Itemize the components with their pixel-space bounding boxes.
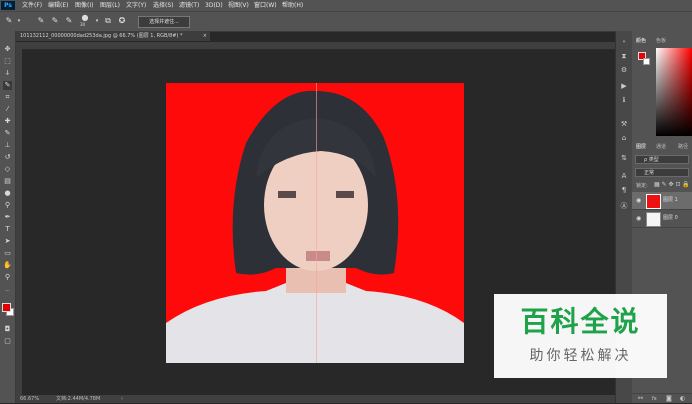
- layer-kind-filter[interactable]: ρ 类型: [635, 155, 689, 164]
- clone-stamp-tool-icon[interactable]: ⊥: [3, 141, 12, 150]
- menu-window[interactable]: 窗口(W): [254, 0, 277, 11]
- hand-tool-icon[interactable]: ✋: [3, 261, 12, 270]
- brush-tool-icon[interactable]: ✎: [3, 129, 12, 138]
- menu-edit[interactable]: 编辑(E): [48, 0, 68, 11]
- tab-swatches[interactable]: 色板: [656, 37, 666, 45]
- portrait-photo: [166, 83, 464, 363]
- menu-image[interactable]: 图像(I): [75, 0, 93, 11]
- properties-icon[interactable]: ⚙: [619, 65, 629, 75]
- lock-icons[interactable]: ▦ ✎ ✥ ⊡ 🔒: [654, 181, 690, 188]
- info-icon[interactable]: ℹ: [619, 95, 629, 105]
- character-icon[interactable]: A: [619, 171, 629, 181]
- collapse-icon[interactable]: «: [619, 37, 629, 47]
- clone-source-icon[interactable]: ⌂: [619, 133, 629, 143]
- tab-layers[interactable]: 图层: [636, 143, 646, 151]
- brush-settings-icon[interactable]: ⚒: [619, 119, 629, 129]
- layer-thumbnail: [646, 212, 661, 227]
- menu-select[interactable]: 选择(S): [153, 0, 174, 11]
- vertical-ruler[interactable]: [16, 49, 22, 395]
- close-icon[interactable]: ×: [203, 31, 207, 41]
- menu-help[interactable]: 帮助(H): [282, 0, 303, 11]
- tab-paths[interactable]: 路径: [678, 143, 688, 151]
- menu-bar: Ps 文件(F) 编辑(E) 图像(I) 图层(L) 文字(Y) 选择(S) 滤…: [0, 0, 692, 11]
- chevron-down-icon[interactable]: ▾: [92, 16, 102, 26]
- quick-selection-tool-icon[interactable]: ✎: [3, 81, 12, 90]
- lock-label: 锁定:: [636, 183, 648, 189]
- quick-mask-icon[interactable]: ◘: [3, 325, 12, 334]
- foreground-color-swatch[interactable]: [2, 303, 11, 312]
- menu-view[interactable]: 视图(V): [228, 0, 249, 11]
- horizontal-ruler[interactable]: [16, 42, 616, 50]
- options-bar: ✎ ▾ ✎ ✎ ✎ ● 30 ▾ ⧉ ✪ 选择并遮住...: [0, 11, 692, 32]
- lasso-tool-icon[interactable]: ↆ: [3, 69, 12, 78]
- layer-row-1[interactable]: ◉ 图层 1: [632, 192, 692, 210]
- document-tab[interactable]: 101132112_00000000dad253da.jpg @ 66.7% (…: [16, 31, 210, 41]
- layer-thumbnail: [646, 194, 661, 209]
- visibility-eye-icon[interactable]: ◉: [636, 210, 641, 227]
- menu-file[interactable]: 文件(F): [22, 0, 42, 11]
- panel-background-color[interactable]: [643, 58, 650, 65]
- add-selection-brush-icon[interactable]: ✎: [50, 16, 60, 26]
- photoshop-logo: Ps: [1, 1, 15, 10]
- paragraph-icon[interactable]: ¶: [619, 185, 629, 195]
- glyphs-icon[interactable]: Ⓐ: [619, 201, 629, 211]
- layer-name: 图层 1: [663, 197, 678, 203]
- move-tool-icon[interactable]: ✥: [3, 45, 12, 54]
- brush-size-value: 30: [80, 22, 86, 27]
- history-icon[interactable]: ⧗: [619, 51, 629, 61]
- visibility-eye-icon[interactable]: ◉: [636, 192, 641, 209]
- select-and-mask-button[interactable]: 选择并遮住...: [138, 16, 190, 28]
- menu-layer[interactable]: 图层(L): [100, 0, 120, 11]
- rectangle-tool-icon[interactable]: ▭: [3, 249, 12, 258]
- chevron-right-icon[interactable]: ›: [121, 395, 123, 403]
- path-selection-tool-icon[interactable]: ➤: [3, 237, 12, 246]
- screen-mode-icon[interactable]: ▢: [3, 337, 12, 346]
- blend-mode-select[interactable]: 正常: [635, 168, 689, 177]
- guide-line[interactable]: [316, 83, 317, 363]
- blur-tool-icon[interactable]: ●: [3, 189, 12, 198]
- new-selection-brush-icon[interactable]: ✎: [36, 16, 46, 26]
- sample-all-layers-icon[interactable]: ⧉: [103, 16, 113, 26]
- layer-kind-label: ρ 类型: [644, 157, 659, 163]
- pen-tool-icon[interactable]: ✒: [3, 213, 12, 222]
- type-tool-icon[interactable]: T: [3, 225, 12, 234]
- document-canvas[interactable]: [166, 83, 464, 363]
- chevron-down-icon[interactable]: ▾: [14, 16, 24, 26]
- menu-3d[interactable]: 3D(D): [205, 0, 223, 11]
- tab-color[interactable]: 颜色: [636, 37, 646, 45]
- adjustments-icon[interactable]: ⇅: [619, 153, 629, 163]
- menu-filter[interactable]: 滤镜(T): [179, 0, 199, 11]
- layer-row-0[interactable]: ◉ 图层 0: [632, 210, 692, 228]
- color-picker-field[interactable]: [656, 48, 692, 136]
- watermark-title: 百科全说: [520, 305, 641, 338]
- gradient-tool-icon[interactable]: ▤: [3, 177, 12, 186]
- zoom-level[interactable]: 66.67%: [20, 395, 39, 403]
- more-tools-icon[interactable]: ···: [3, 287, 12, 296]
- subtract-selection-brush-icon[interactable]: ✎: [64, 16, 74, 26]
- tools-panel: ✥ ⬚ ↆ ✎ ⌗ ⁄ ✚ ✎ ⊥ ↺ ◇ ▤ ● ⚲ ✒ T ➤ ▭ ✋ ⚲ …: [0, 31, 16, 403]
- watermark-subtitle: 助你轻松解决: [529, 348, 632, 364]
- layers-footer: ⚯ fx ◙ ◐: [632, 393, 692, 404]
- dodge-tool-icon[interactable]: ⚲: [3, 201, 12, 210]
- layer-name: 图层 0: [663, 215, 678, 221]
- menu-type[interactable]: 文字(Y): [126, 0, 146, 11]
- eraser-tool-icon[interactable]: ◇: [3, 165, 12, 174]
- play-action-icon[interactable]: ▶: [619, 81, 629, 91]
- crop-tool-icon[interactable]: ⌗: [3, 93, 12, 102]
- healing-brush-tool-icon[interactable]: ✚: [3, 117, 12, 126]
- tab-channels[interactable]: 通道: [656, 143, 666, 151]
- document-tab-title: 101132112_00000000dad253da.jpg @ 66.7% (…: [20, 33, 183, 39]
- watermark-badge: 百科全说 助你轻松解决: [494, 294, 667, 378]
- status-bar: 66.67% 文档:2.44M/4.78M ›: [16, 395, 616, 403]
- quick-selection-preset-icon[interactable]: ✎: [4, 16, 14, 26]
- marquee-tool-icon[interactable]: ⬚: [3, 57, 12, 66]
- zoom-tool-icon[interactable]: ⚲: [3, 273, 12, 282]
- document-info: 文档:2.44M/4.78M: [56, 396, 101, 402]
- blend-mode-label: 正常: [644, 170, 655, 176]
- history-brush-tool-icon[interactable]: ↺: [3, 153, 12, 162]
- eyedropper-tool-icon[interactable]: ⁄: [3, 105, 12, 114]
- auto-enhance-icon[interactable]: ✪: [117, 16, 127, 26]
